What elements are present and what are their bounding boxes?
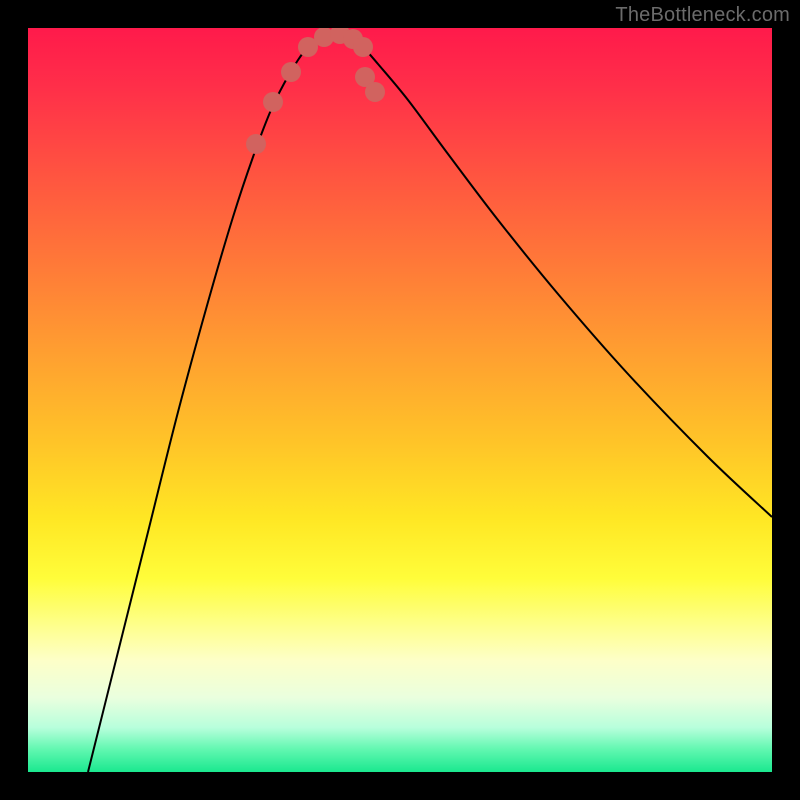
- chart-svg: [28, 28, 772, 772]
- highlight-dot: [263, 92, 283, 112]
- chart-plot-area: [28, 28, 772, 772]
- highlight-dot: [281, 62, 301, 82]
- highlight-dot: [353, 37, 373, 57]
- highlight-dot: [246, 134, 266, 154]
- bottleneck-curve: [88, 33, 772, 772]
- highlight-dot: [365, 82, 385, 102]
- watermark-text: TheBottleneck.com: [615, 4, 790, 27]
- highlight-dot-group: [246, 28, 385, 154]
